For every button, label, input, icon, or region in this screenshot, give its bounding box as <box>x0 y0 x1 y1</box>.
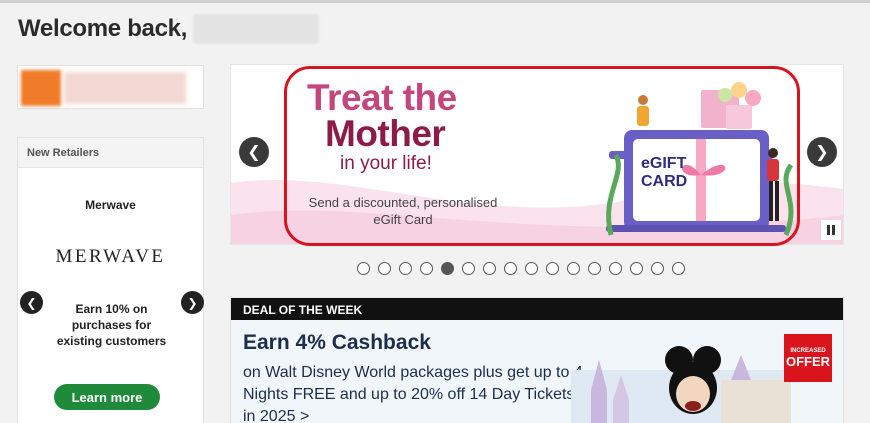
carousel-dot[interactable] <box>672 262 685 275</box>
badge-line2: OFFER <box>785 353 831 369</box>
carousel-dot[interactable] <box>399 262 412 275</box>
carousel-dot[interactable] <box>609 262 622 275</box>
carousel-dot[interactable] <box>651 262 664 275</box>
chevron-left-icon[interactable]: ❮ <box>239 137 269 167</box>
deal-description: on Walt Disney World packages plus get u… <box>243 364 583 423</box>
deal-of-the-week[interactable]: DEAL OF THE WEEK Earn 4% Cashback on Wal… <box>230 297 844 423</box>
deal-illustration <box>571 346 791 423</box>
chevron-left-icon[interactable]: ❮ <box>20 291 43 314</box>
top-divider <box>0 0 870 3</box>
welcome-text: Welcome back, <box>18 15 188 42</box>
carousel-dot[interactable] <box>462 262 475 275</box>
carousel-pagination <box>357 262 685 275</box>
retailer-logo[interactable]: MERWAVE <box>18 246 203 268</box>
carousel-dot[interactable] <box>525 262 538 275</box>
account-summary-card[interactable] <box>17 65 204 109</box>
carousel-dot[interactable] <box>546 262 559 275</box>
deal-title: Earn 4% Cashback <box>243 331 431 354</box>
carousel-dot[interactable] <box>483 262 496 275</box>
annotation-highlight <box>284 66 800 246</box>
new-retailers-title: New Retailers <box>18 138 203 168</box>
account-accent <box>21 70 61 106</box>
pause-icon[interactable] <box>821 220 841 240</box>
learn-more-button[interactable]: Learn more <box>54 384 160 410</box>
carousel-dot[interactable] <box>567 262 580 275</box>
carousel-dot[interactable] <box>357 262 370 275</box>
deal-bar-label: DEAL OF THE WEEK <box>231 298 843 320</box>
carousel-dot[interactable] <box>441 262 454 275</box>
retailer-offer: Earn 10% on purchases for existing custo… <box>56 302 167 348</box>
carousel-dot[interactable] <box>420 262 433 275</box>
redacted-username <box>193 14 320 44</box>
chevron-right-icon[interactable]: ❯ <box>807 137 837 167</box>
increased-offer-badge: INCREASED OFFER <box>784 334 832 382</box>
retailer-name: Merwave <box>85 198 136 212</box>
new-retailers-panel: New Retailers Merwave MERWAVE ❮ Earn 10%… <box>17 137 204 423</box>
welcome-header: Welcome back, <box>18 14 320 44</box>
carousel-dot[interactable] <box>378 262 391 275</box>
carousel-dot[interactable] <box>630 262 643 275</box>
carousel-dot[interactable] <box>504 262 517 275</box>
carousel-dot[interactable] <box>588 262 601 275</box>
redacted-account-info <box>64 72 186 104</box>
chevron-right-icon[interactable]: ❯ <box>181 291 204 314</box>
